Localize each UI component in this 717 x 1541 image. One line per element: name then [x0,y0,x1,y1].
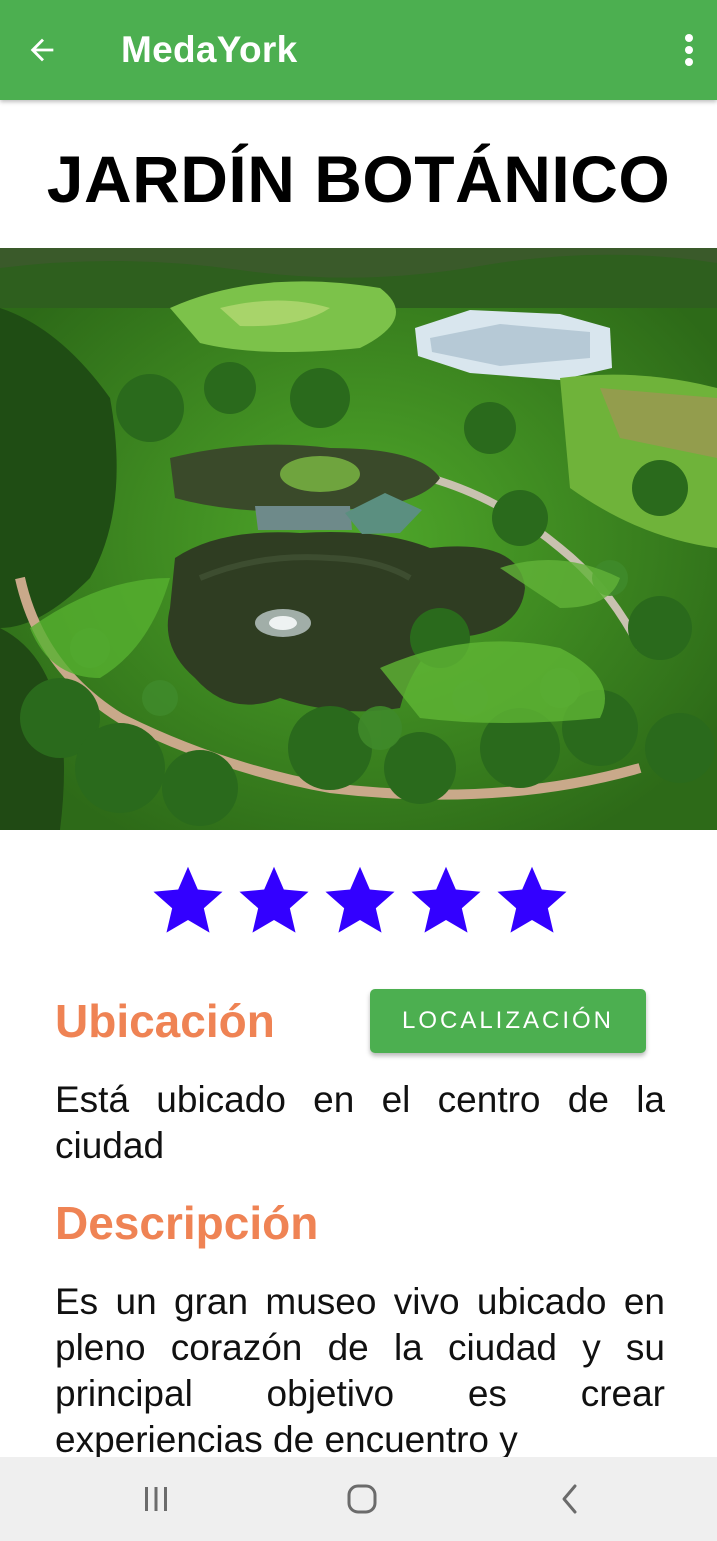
localization-button[interactable]: LOCALIZACIÓN [370,989,646,1053]
recents-icon [145,1487,167,1511]
star-icon[interactable] [322,862,398,938]
screen: MedaYork JARDÍN BOTÁNICO Ubicación LOCAL… [0,0,717,1541]
home-icon [347,1484,377,1514]
description-title: Descripción [55,1197,319,1249]
more-vert-icon [685,34,693,66]
app-bar: MedaYork [0,0,717,100]
star-icon[interactable] [494,862,570,938]
back-button[interactable] [20,28,64,72]
star-icon[interactable] [408,862,484,938]
description-text: Es un gran museo vivo ubicado en pleno c… [55,1281,665,1457]
star-rating [150,862,570,938]
location-title: Ubicación [55,995,275,1047]
recents-button[interactable] [126,1471,186,1527]
nav-back-button[interactable] [540,1471,600,1527]
star-icon[interactable] [236,862,312,938]
system-nav-bar [0,1457,717,1541]
star-icon[interactable] [150,862,226,938]
arrow-back-icon [30,38,54,62]
app-title: MedaYork [121,29,298,70]
aerial-park-photo [0,248,717,830]
location-text: Está ubicado en el centro de la ciudad [55,1079,665,1166]
page-title: JARDÍN BOTÁNICO [46,142,671,216]
nav-back-icon [562,1484,577,1514]
home-button[interactable] [332,1471,392,1527]
overflow-menu-button[interactable] [671,26,707,74]
